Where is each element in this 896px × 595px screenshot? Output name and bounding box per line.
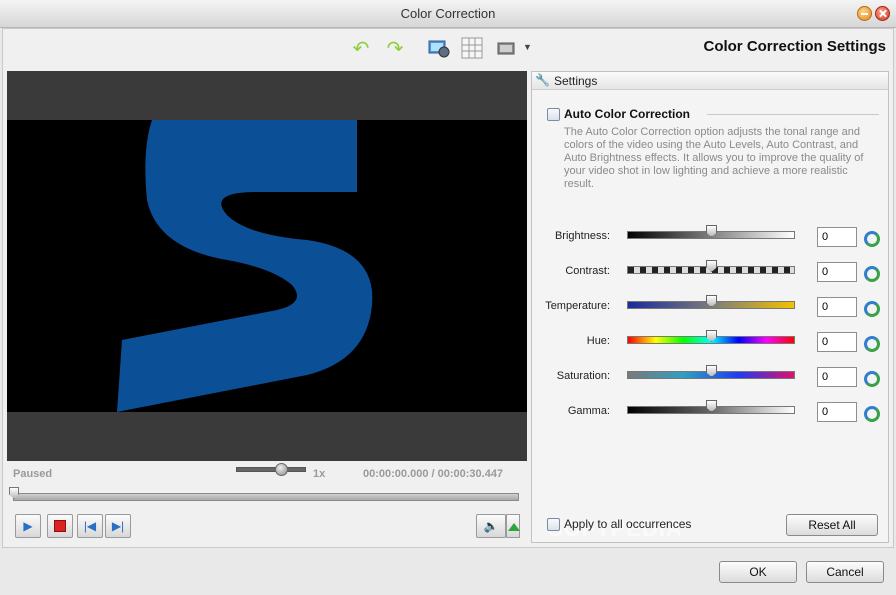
auto-color-label: Auto Color Correction [564,107,690,121]
skip-forward-icon: ▶| [111,519,125,533]
speaker-icon: 🔈 [483,519,499,533]
auto-color-checkbox[interactable] [547,108,560,121]
play-icon: ▶ [23,519,33,533]
brightness-label: Brightness: [554,230,610,242]
close-button[interactable] [875,6,890,21]
volume-expand-button[interactable] [506,514,520,538]
window-title: Color Correction [400,6,496,21]
playback-status: Paused [13,468,53,480]
saturation-label: Saturation: [556,370,610,382]
divider [707,114,879,115]
speed-label: 1x [313,468,326,480]
settings-header: 🔧 Settings [532,72,888,90]
title-bar: Color Correction [0,0,896,28]
hue-label: Hue: [586,335,610,347]
volume-button[interactable]: 🔈 [476,514,506,538]
gamma-label: Gamma: [567,405,610,417]
chevron-down-icon[interactable]: ▼ [523,42,532,52]
seek-bar[interactable] [13,493,519,501]
temperature-reset-icon[interactable] [864,301,880,317]
settings-header-label: Settings [554,74,598,88]
stop-button[interactable] [47,514,73,538]
brightness-input[interactable] [817,227,857,247]
ok-button[interactable]: OK [719,561,797,583]
brightness-reset-icon[interactable] [864,231,880,247]
stop-icon [54,520,66,532]
hue-reset-icon[interactable] [864,336,880,352]
auto-color-description: The Auto Color Correction option adjusts… [564,126,864,190]
speed-slider-handle[interactable] [275,463,288,476]
contrast-input[interactable] [817,262,857,282]
page-title: Color Correction Settings [703,38,886,55]
timecode: 00:00:00.000 / 00:00:30.447 [363,468,504,480]
next-frame-button[interactable]: ▶| [105,514,131,538]
apply-all-checkbox[interactable] [547,518,560,531]
gamma-reset-icon[interactable] [864,406,880,422]
redo-icon[interactable]: ↷ [382,35,408,61]
video-logo-s [117,120,373,412]
skip-back-icon: |◀ [83,519,97,533]
minimize-button[interactable] [857,6,872,21]
apply-all-label: Apply to all occurrences [564,517,692,531]
wrench-icon: 🔧 [535,73,550,87]
saturation-input[interactable] [817,367,857,387]
compare-view-icon[interactable] [426,35,452,61]
undo-icon[interactable]: ↶ [348,35,374,61]
speed-slider-track[interactable] [236,467,306,472]
saturation-reset-icon[interactable] [864,371,880,387]
video-frame [7,120,527,412]
grid-icon[interactable] [459,35,485,61]
temperature-label: Temperature: [545,300,610,312]
previous-frame-button[interactable]: |◀ [77,514,103,538]
reset-all-button[interactable]: Reset All [786,514,878,536]
video-preview [7,71,527,461]
contrast-label: Contrast: [565,265,610,277]
cancel-button[interactable]: Cancel [806,561,884,583]
gamma-input[interactable] [817,402,857,422]
temperature-input[interactable] [817,297,857,317]
hue-input[interactable] [817,332,857,352]
tv-screen-icon[interactable] [493,35,519,61]
contrast-reset-icon[interactable] [864,266,880,282]
play-button[interactable]: ▶ [15,514,41,538]
